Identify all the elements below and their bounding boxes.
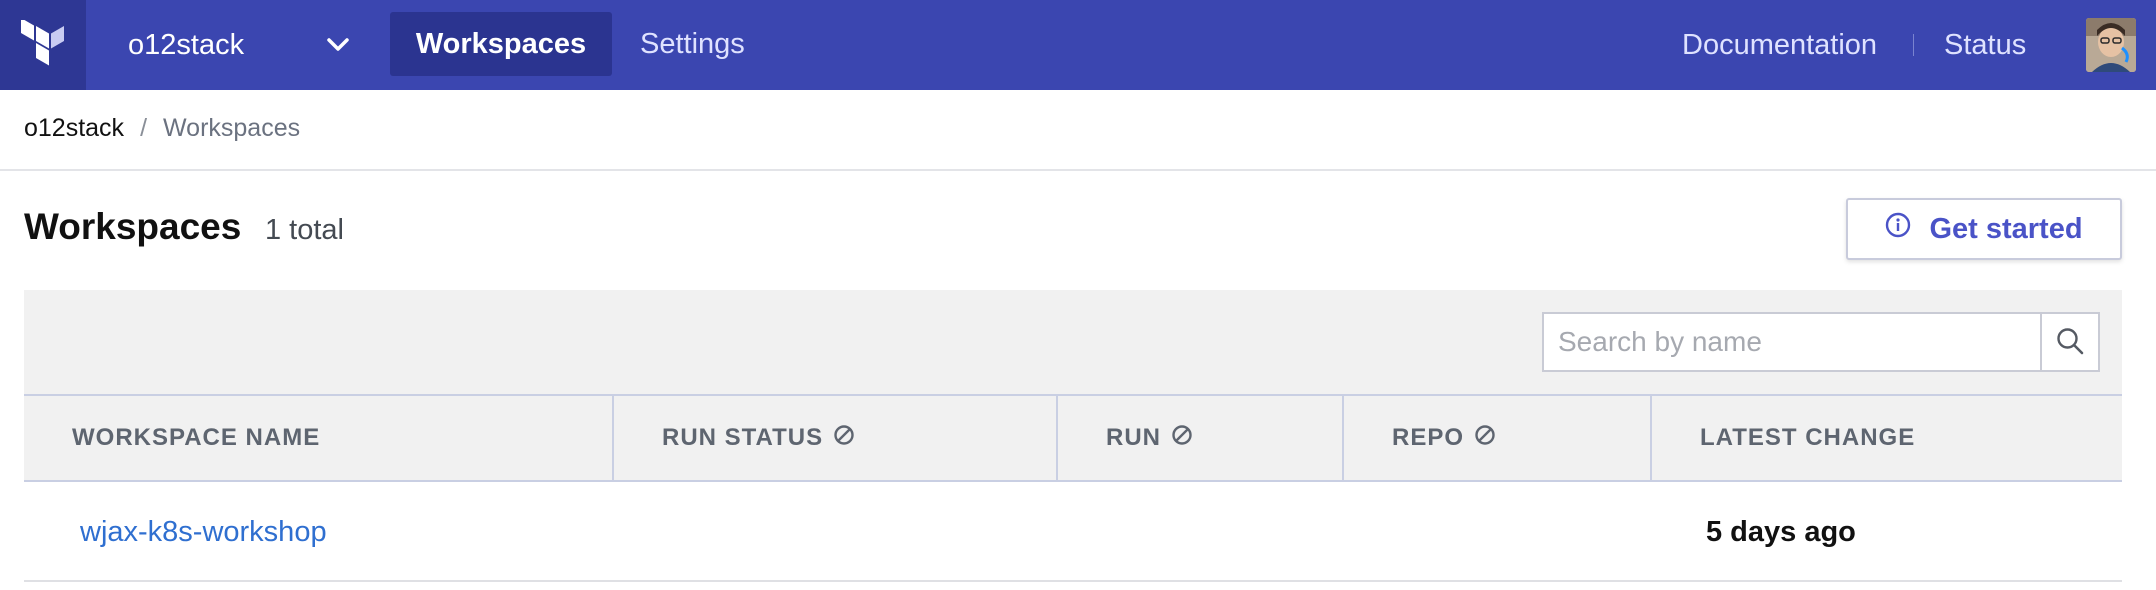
sort-disabled-icon [833, 424, 855, 453]
breadcrumb-separator: / [140, 114, 148, 142]
workspace-link[interactable]: wjax-k8s-workshop [80, 516, 327, 549]
column-repo[interactable]: REPO [1392, 396, 1496, 480]
search-icon [2055, 326, 2085, 359]
workspace-count: 1 total [265, 214, 344, 246]
column-divider [1650, 396, 1652, 480]
column-divider [1056, 396, 1058, 480]
column-label: LATEST CHANGE [1700, 424, 1916, 451]
search-button[interactable] [2040, 312, 2100, 372]
breadcrumb-current: Workspaces [163, 114, 301, 142]
chevron-down-icon[interactable] [322, 30, 354, 60]
terraform-logo-icon[interactable] [0, 0, 86, 90]
user-avatar[interactable] [2086, 18, 2136, 72]
column-label: RUN STATUS [662, 424, 824, 451]
column-label: RUN [1106, 424, 1161, 451]
tab-settings[interactable]: Settings [612, 12, 773, 76]
org-switcher[interactable]: o12stack [128, 0, 244, 90]
documentation-link[interactable]: Documentation [1682, 0, 1877, 90]
column-label: REPO [1392, 424, 1465, 451]
table-row[interactable]: wjax-k8s-workshop 5 days ago [24, 482, 2122, 582]
nav-divider [1913, 34, 1914, 56]
get-started-label: Get started [1929, 212, 2083, 245]
sort-disabled-icon [1171, 424, 1193, 453]
info-circle-icon [1885, 212, 1911, 246]
column-latest-change[interactable]: LATEST CHANGE [1700, 396, 1915, 480]
column-divider [1342, 396, 1344, 480]
get-started-button[interactable]: Get started [1846, 198, 2122, 260]
top-navigation: o12stack Workspaces Settings Documentati… [0, 0, 2156, 90]
search-input[interactable] [1542, 312, 2040, 372]
breadcrumb-divider [0, 169, 2156, 171]
breadcrumb-org-link[interactable]: o12stack [24, 114, 124, 142]
breadcrumb: o12stack / Workspaces [24, 108, 300, 148]
latest-change-value: 5 days ago [1706, 516, 1856, 548]
column-label: WORKSPACE NAME [72, 424, 321, 451]
column-divider [612, 396, 614, 480]
column-run[interactable]: RUN [1106, 396, 1193, 480]
sort-disabled-icon [1474, 424, 1496, 453]
column-workspace-name[interactable]: WORKSPACE NAME [72, 396, 320, 480]
status-link[interactable]: Status [1944, 0, 2026, 90]
column-run-status[interactable]: RUN STATUS [662, 396, 855, 480]
table-header: WORKSPACE NAME RUN STATUS RUN REPO LATES… [24, 394, 2122, 482]
page-title: Workspaces [24, 206, 242, 247]
tab-workspaces[interactable]: Workspaces [390, 12, 612, 76]
